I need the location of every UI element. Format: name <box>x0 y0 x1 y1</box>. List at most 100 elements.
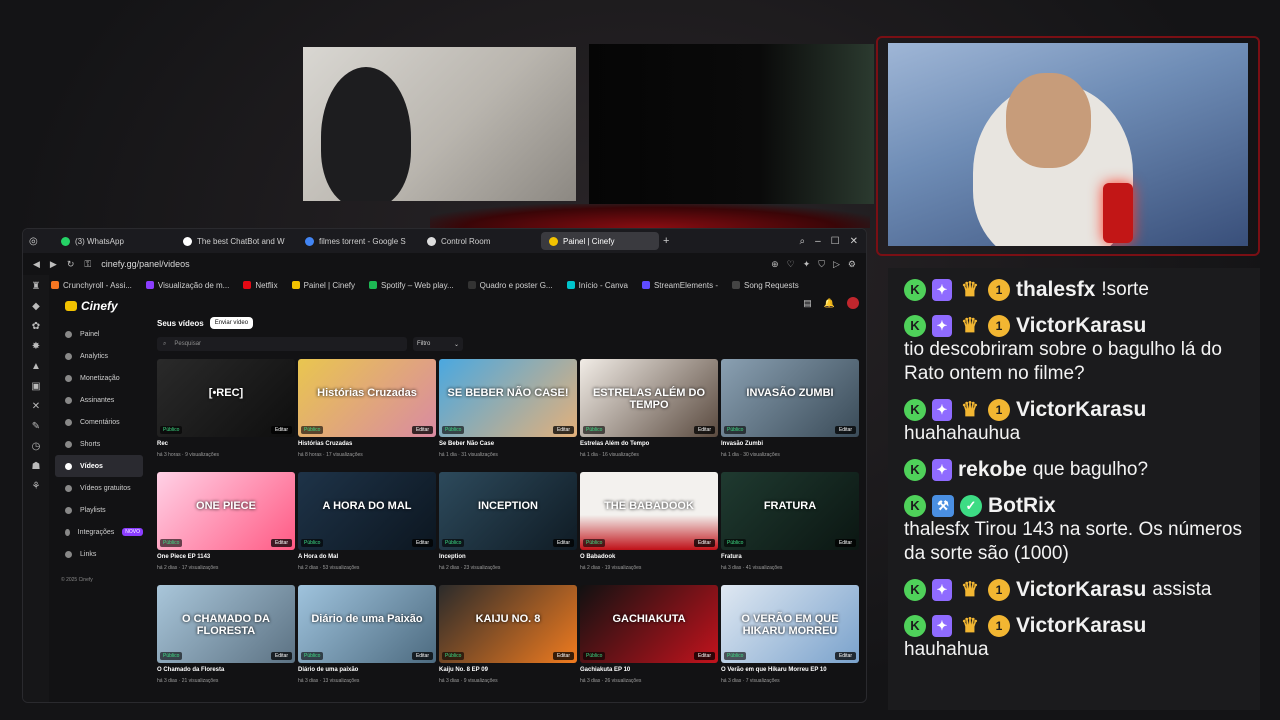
filter-dropdown[interactable]: Filtro ⌄ <box>413 337 463 351</box>
nav-painel[interactable]: Painel <box>55 323 143 345</box>
edit-button[interactable]: Editar <box>411 539 433 547</box>
bookmark-visualizacao[interactable]: Visualização de m... <box>145 281 229 290</box>
video-card[interactable]: THE BABADOOK Público Editar O Babadook h… <box>580 472 718 580</box>
video-thumbnail[interactable]: ESTRELAS ALÉM DO TEMPO Público Editar <box>580 359 718 437</box>
edit-button[interactable]: Editar <box>834 539 856 547</box>
extension-icon[interactable]: ✸ <box>32 341 40 352</box>
bookmark-spotify[interactable]: Spotify – Web play... <box>369 281 454 290</box>
bookmark-canva[interactable]: Início - Canva <box>566 281 628 290</box>
video-card[interactable]: INVASÃO ZUMBI Público Editar Invasão Zum… <box>721 359 859 467</box>
nav-playlists[interactable]: Playlists <box>55 499 143 521</box>
video-thumbnail[interactable]: O CHAMADO DA FLORESTA Público Editar <box>157 585 295 663</box>
edit-button[interactable]: Editar <box>693 539 715 547</box>
video-card[interactable]: [•REC] Público Editar Rec há 3 horas · 9… <box>157 359 295 467</box>
extension-icon[interactable]: ◆ <box>32 301 40 312</box>
video-card[interactable]: ONE PIECE Público Editar One Piece EP 11… <box>157 472 295 580</box>
zoom-icon[interactable]: ⊕ <box>771 259 779 270</box>
url-field[interactable]: cinefy.gg/panel/videos <box>101 259 189 269</box>
video-thumbnail[interactable]: [•REC] Público Editar <box>157 359 295 437</box>
video-thumbnail[interactable]: Histórias Cruzadas Público Editar <box>298 359 436 437</box>
maximize-icon[interactable]: ☐ <box>831 236 840 247</box>
search-input[interactable]: ⌕ Pesquisar <box>157 337 407 351</box>
video-thumbnail[interactable]: KAIJU NO. 8 Público Editar <box>439 585 577 663</box>
nav-videos-gratuitos[interactable]: Vídeos gratuitos <box>55 477 143 499</box>
extension-icon[interactable]: ✿ <box>32 321 40 332</box>
chat-username[interactable]: VictorKarasu <box>1016 398 1146 422</box>
bell-icon[interactable]: 🔔 <box>824 298 835 309</box>
nav-assinantes[interactable]: Assinantes <box>55 389 143 411</box>
edit-button[interactable]: Editar <box>834 652 856 660</box>
video-card[interactable]: FRATURA Público Editar Fratura há 3 dias… <box>721 472 859 580</box>
extension-icon[interactable]: ✎ <box>32 421 40 432</box>
edit-button[interactable]: Editar <box>834 426 856 434</box>
chat-username[interactable]: rekobe <box>958 458 1027 482</box>
video-card[interactable]: O CHAMADO DA FLORESTA Público Editar O C… <box>157 585 295 693</box>
tab-control-room[interactable]: Control Room <box>419 232 537 250</box>
video-card[interactable]: Diário de uma Paixão Público Editar Diár… <box>298 585 436 693</box>
tab-whatsapp[interactable]: (3) WhatsApp <box>53 232 171 250</box>
nav-shorts[interactable]: Shorts <box>55 433 143 455</box>
tab-chatbot[interactable]: The best ChatBot and W <box>175 232 293 250</box>
tab-cinefy[interactable]: Painel | Cinefy <box>541 232 659 250</box>
minimize-icon[interactable]: – <box>815 236 821 247</box>
edit-button[interactable]: Editar <box>552 652 574 660</box>
chat-username[interactable]: thalesfx <box>1016 278 1095 302</box>
site-info-icon[interactable]: ⚿ <box>84 259 91 270</box>
video-thumbnail[interactable]: INVASÃO ZUMBI Público Editar <box>721 359 859 437</box>
extension-icon[interactable]: ♜ <box>32 281 41 292</box>
video-thumbnail[interactable]: O VERÃO EM QUE HIKARU MORREU Público Edi… <box>721 585 859 663</box>
bookmark-icon[interactable]: ♡ <box>787 259 795 270</box>
bookmark-netflix[interactable]: Netflix <box>243 281 278 290</box>
cinefy-logo[interactable]: Cinefy <box>65 299 143 313</box>
extension-icon[interactable]: ✦ <box>803 259 811 270</box>
nav-integracoes[interactable]: Integrações NOVO <box>55 521 143 543</box>
video-thumbnail[interactable]: FRATURA Público Editar <box>721 472 859 550</box>
video-card[interactable]: SE BEBER NÃO CASE! Público Editar Se Beb… <box>439 359 577 467</box>
bookmark-streamelements[interactable]: StreamElements - <box>641 281 718 290</box>
edit-button[interactable]: Editar <box>693 652 715 660</box>
chat-username[interactable]: BotRix <box>988 494 1056 518</box>
bookmark-cinefy[interactable]: Painel | Cinefy <box>291 281 355 290</box>
play-icon[interactable]: ▷ <box>833 259 840 270</box>
video-thumbnail[interactable]: SE BEBER NÃO CASE! Público Editar <box>439 359 577 437</box>
edit-button[interactable]: Editar <box>552 426 574 434</box>
video-card[interactable]: ESTRELAS ALÉM DO TEMPO Público Editar Es… <box>580 359 718 467</box>
studio-icon[interactable]: ▤ <box>803 298 812 309</box>
bookmark-song-requests[interactable]: Song Requests <box>732 281 799 290</box>
close-icon[interactable]: ✕ <box>850 236 858 247</box>
bookmark-crunchyroll[interactable]: Crunchyroll - Assi... <box>51 281 132 290</box>
twitch-icon[interactable]: ▣ <box>31 381 40 392</box>
video-thumbnail[interactable]: Diário de uma Paixão Público Editar <box>298 585 436 663</box>
nav-analytics[interactable]: Analytics <box>55 345 143 367</box>
edit-button[interactable]: Editar <box>552 539 574 547</box>
extension-icon[interactable]: ▲ <box>31 361 41 372</box>
nav-links[interactable]: Links <box>55 543 143 565</box>
video-card[interactable]: Histórias Cruzadas Público Editar Histór… <box>298 359 436 467</box>
chat-username[interactable]: VictorKarasu <box>1016 314 1146 338</box>
extension-icon[interactable]: ⚘ <box>32 481 41 492</box>
nav-monetizacao[interactable]: Monetização <box>55 367 143 389</box>
video-card[interactable]: A HORA DO MAL Público Editar A Hora do M… <box>298 472 436 580</box>
extension-icon[interactable]: ☗ <box>32 461 41 472</box>
video-card[interactable]: GACHIAKUTA Público Editar Gachiakuta EP … <box>580 585 718 693</box>
new-tab-button[interactable]: + <box>663 235 669 247</box>
clock-icon[interactable]: ◷ <box>32 441 41 452</box>
chat-username[interactable]: VictorKarasu <box>1016 578 1146 602</box>
video-thumbnail[interactable]: ONE PIECE Público Editar <box>157 472 295 550</box>
chat-username[interactable]: VictorKarasu <box>1016 614 1146 638</box>
tab-google[interactable]: filmes torrent - Google S <box>297 232 415 250</box>
avatar[interactable] <box>847 297 859 309</box>
edit-button[interactable]: Editar <box>270 539 292 547</box>
edit-button[interactable]: Editar <box>693 426 715 434</box>
shield-icon[interactable]: ⛉ <box>818 259 825 270</box>
edit-button[interactable]: Editar <box>411 652 433 660</box>
video-card[interactable]: KAIJU NO. 8 Público Editar Kaiju No. 8 E… <box>439 585 577 693</box>
edit-button[interactable]: Editar <box>411 426 433 434</box>
forward-icon[interactable]: ▶ <box>50 259 57 270</box>
back-icon[interactable]: ◀ <box>33 259 40 270</box>
reload-icon[interactable]: ↻ <box>67 259 75 270</box>
video-thumbnail[interactable]: THE BABADOOK Público Editar <box>580 472 718 550</box>
video-thumbnail[interactable]: GACHIAKUTA Público Editar <box>580 585 718 663</box>
video-card[interactable]: O VERÃO EM QUE HIKARU MORREU Público Edi… <box>721 585 859 693</box>
settings-icon[interactable]: ⚙ <box>848 259 856 270</box>
